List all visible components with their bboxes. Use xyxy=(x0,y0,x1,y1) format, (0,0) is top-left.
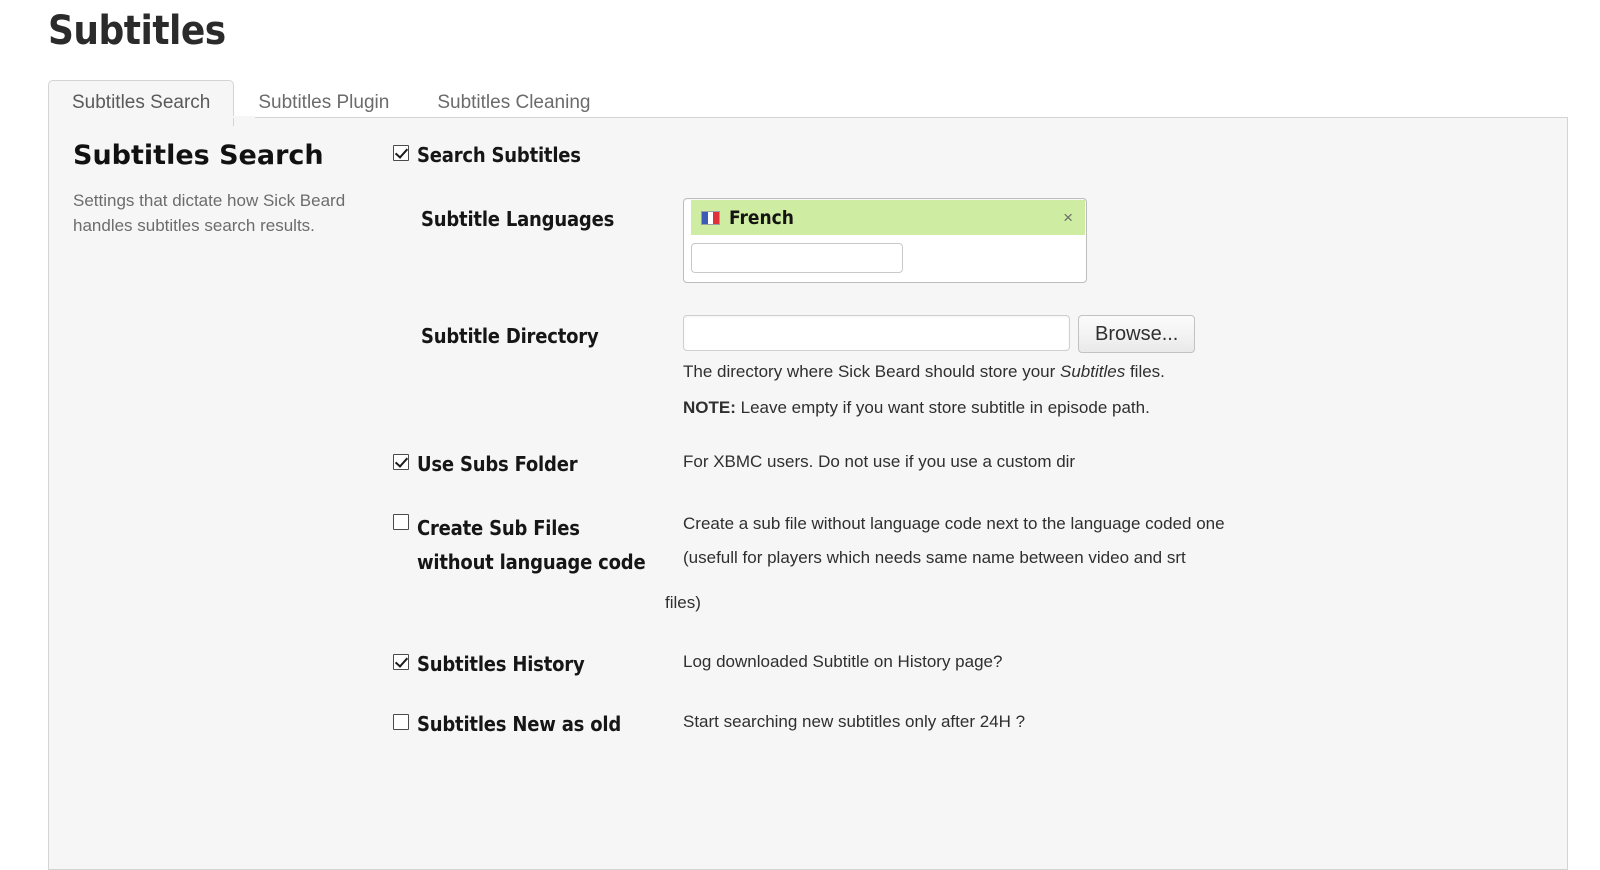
create-sub-files-help-line1: Create a sub file without language code … xyxy=(683,507,1567,541)
tab-bar: Subtitles Search Subtitles Plugin Subtit… xyxy=(0,80,1600,126)
help-text-italic: Subtitles xyxy=(1060,362,1125,381)
use-subs-folder-help: For XBMC users. Do not use if you use a … xyxy=(683,447,1567,477)
active-tab-seam xyxy=(49,116,255,118)
field-row-subtitles-history: Subtitles History Log downloaded Subtitl… xyxy=(393,647,1567,677)
language-token-label: French xyxy=(729,207,1061,229)
create-sub-files-label-line1: Create Sub Files xyxy=(417,511,645,545)
help-text-suffix: files. xyxy=(1125,362,1165,381)
remove-language-icon[interactable]: × xyxy=(1061,209,1075,226)
language-token-french[interactable]: French × xyxy=(691,200,1085,235)
tab-label: Subtitles Search xyxy=(72,92,210,113)
settings-fields-column: Search Subtitles Subtitle Languages Fren… xyxy=(389,140,1567,767)
note-text: Leave empty if you want store subtitle i… xyxy=(736,398,1150,417)
create-sub-files-label-line2: without language code xyxy=(417,545,645,579)
fr-flag-icon xyxy=(701,211,720,225)
subtitle-directory-help: The directory where Sick Beard should st… xyxy=(683,353,1567,391)
tab-subtitles-cleaning[interactable]: Subtitles Cleaning xyxy=(413,80,614,126)
create-sub-files-help-line2: (usefull for players which needs same na… xyxy=(683,541,1567,575)
field-row-create-sub-files: Create Sub Files without language code C… xyxy=(393,507,1567,579)
field-row-subtitles-new-as-old: Subtitles New as old Start searching new… xyxy=(393,707,1567,737)
subtitles-new-as-old-label: Subtitles New as old xyxy=(417,711,621,737)
subtitle-languages-input[interactable] xyxy=(691,243,903,273)
field-row-subtitle-directory: Subtitle Directory Browse... The directo… xyxy=(393,315,1567,425)
settings-panel: Subtitles Search Settings that dictate h… xyxy=(48,117,1568,870)
field-row-create-sub-files-overflow: files) xyxy=(393,585,1567,621)
note-label: NOTE: xyxy=(683,398,736,417)
field-row-search-subtitles: Search Subtitles xyxy=(393,140,1567,168)
subtitle-directory-input[interactable] xyxy=(683,315,1070,351)
subtitles-history-checkbox[interactable] xyxy=(393,654,409,670)
subtitle-directory-note: NOTE: Leave empty if you want store subt… xyxy=(683,391,1567,425)
browse-button[interactable]: Browse... xyxy=(1078,315,1195,353)
subtitles-history-help: Log downloaded Subtitle on History page? xyxy=(683,647,1567,677)
subtitle-languages-label: Subtitle Languages xyxy=(421,206,614,232)
tab-label: Subtitles Cleaning xyxy=(437,92,590,113)
subtitle-languages-token-box[interactable]: French × xyxy=(683,198,1087,283)
tab-subtitles-search[interactable]: Subtitles Search xyxy=(48,80,234,126)
subtitles-new-as-old-checkbox[interactable] xyxy=(393,714,409,730)
use-subs-folder-checkbox[interactable] xyxy=(393,454,409,470)
field-row-subtitle-languages: Subtitle Languages French × xyxy=(393,198,1567,283)
section-description: Settings that dictate how Sick Beard han… xyxy=(73,188,373,238)
help-text-prefix: The directory where Sick Beard should st… xyxy=(683,362,1060,381)
section-heading: Subtitles Search xyxy=(73,140,379,172)
tab-label: Subtitles Plugin xyxy=(258,92,389,113)
search-subtitles-label: Search Subtitles xyxy=(417,142,581,168)
page-title: Subtitles xyxy=(0,0,1600,54)
create-sub-files-help-line3: files) xyxy=(665,585,1567,621)
create-sub-files-checkbox[interactable] xyxy=(393,514,409,530)
subtitles-history-label: Subtitles History xyxy=(417,651,584,677)
field-row-use-subs-folder: Use Subs Folder For XBMC users. Do not u… xyxy=(393,447,1567,477)
subtitle-directory-label: Subtitle Directory xyxy=(421,323,598,349)
use-subs-folder-label: Use Subs Folder xyxy=(417,451,577,477)
tab-subtitles-plugin[interactable]: Subtitles Plugin xyxy=(234,80,413,126)
subtitles-new-as-old-help: Start searching new subtitles only after… xyxy=(683,707,1567,737)
section-description-column: Subtitles Search Settings that dictate h… xyxy=(49,140,389,767)
search-subtitles-checkbox[interactable] xyxy=(393,145,409,161)
